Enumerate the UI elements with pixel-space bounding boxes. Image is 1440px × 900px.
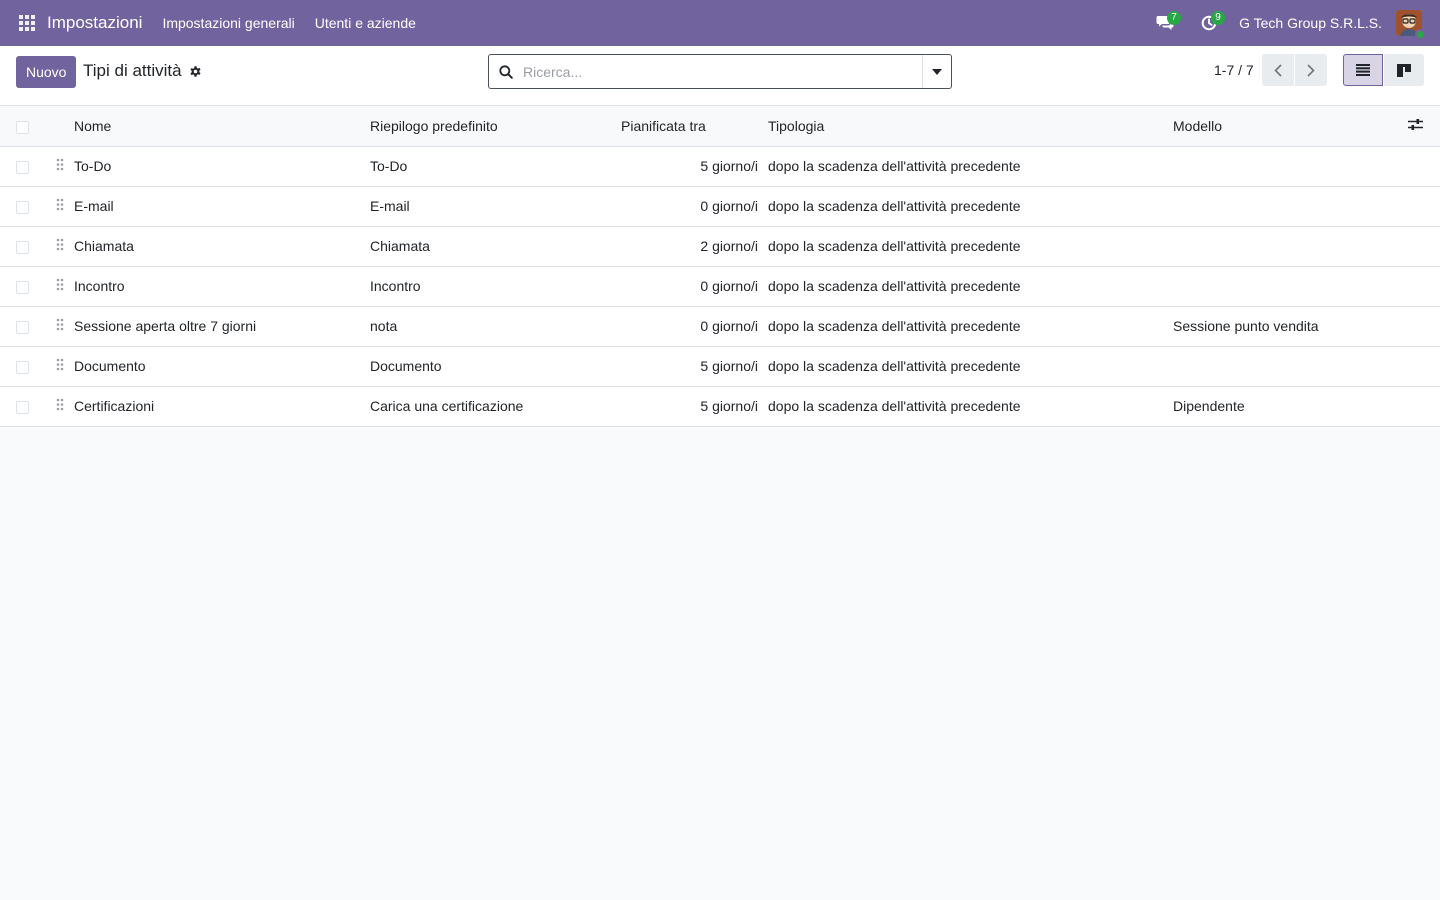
cell-planned: 5 giorno/i xyxy=(621,146,768,187)
page-title: Tipi di attività xyxy=(83,61,182,80)
pager-previous-button[interactable] xyxy=(1262,54,1294,86)
optional-columns-sliders-icon[interactable] xyxy=(1408,118,1423,134)
drag-handle-icon[interactable] xyxy=(45,198,74,211)
cell-type: dopo la scadenza dell'attività precedent… xyxy=(768,386,1173,427)
cell-name: Sessione aperta oltre 7 giorni xyxy=(74,306,370,347)
column-header-summary[interactable]: Riepilogo predefinito xyxy=(370,106,621,147)
cell-summary: Documento xyxy=(370,346,621,387)
cell-type: dopo la scadenza dell'attività precedent… xyxy=(768,186,1173,227)
cell-name: Incontro xyxy=(74,266,370,307)
chevron-left-icon xyxy=(1274,63,1282,77)
user-avatar[interactable] xyxy=(1396,10,1426,40)
list-view-button[interactable] xyxy=(1343,54,1383,86)
drag-handle-icon[interactable] xyxy=(45,358,74,371)
pager-next-button[interactable] xyxy=(1295,54,1327,86)
company-switcher[interactable]: G Tech Group S.R.L.S. xyxy=(1239,15,1382,31)
kanban-icon xyxy=(1397,63,1411,77)
cell-model xyxy=(1173,266,1408,307)
online-status-dot xyxy=(1415,29,1426,40)
cell-planned: 2 giorno/i xyxy=(621,226,768,267)
menu-users-companies[interactable]: Utenti e aziende xyxy=(315,15,416,31)
cell-summary: Incontro xyxy=(370,266,621,307)
list-icon xyxy=(1356,64,1370,76)
table-row[interactable]: Incontro Incontro 0 giorno/i dopo la scaden… xyxy=(0,266,1440,307)
table-row[interactable]: Chiamata Chiamata 2 giorno/i dopo la scaden… xyxy=(0,226,1440,267)
drag-handle-icon[interactable] xyxy=(45,398,74,411)
cell-model: Sessione punto vendita xyxy=(1173,306,1408,347)
select-all-checkbox[interactable] xyxy=(16,120,29,134)
pager-value[interactable]: 1-7 / 7 xyxy=(1214,62,1254,78)
search-options-toggle[interactable] xyxy=(922,55,951,88)
chevron-right-icon xyxy=(1307,63,1315,77)
cell-name: To-Do xyxy=(74,146,370,187)
cell-summary: To-Do xyxy=(370,146,621,187)
table-row[interactable]: Sessione aperta oltre 7 giorni nota 0 gior… xyxy=(0,306,1440,347)
cell-type: dopo la scadenza dell'attività precedent… xyxy=(768,146,1173,187)
cell-model xyxy=(1173,186,1408,227)
top-navbar: Impostazioni Impostazioni generali Utent… xyxy=(0,0,1440,46)
cell-summary: E-mail xyxy=(370,186,621,227)
activity-types-table: Nome Riepilogo predefinito Pianificata t… xyxy=(0,106,1440,427)
cell-planned: 0 giorno/i xyxy=(621,306,768,347)
cell-type: dopo la scadenza dell'attività precedent… xyxy=(768,306,1173,347)
gear-icon[interactable] xyxy=(189,65,202,78)
table-header-row: Nome Riepilogo predefinito Pianificata t… xyxy=(0,106,1440,147)
drag-handle-icon[interactable] xyxy=(45,158,74,171)
messages-button[interactable]: 7 xyxy=(1143,0,1187,46)
table-row[interactable]: E-mail E-mail 0 giorno/i dopo la scadenza d… xyxy=(0,186,1440,227)
cell-name: E-mail xyxy=(74,186,370,227)
cell-planned: 5 giorno/i xyxy=(621,386,768,427)
cell-summary: Chiamata xyxy=(370,226,621,267)
search-icon xyxy=(489,64,523,79)
column-header-model[interactable]: Modello xyxy=(1173,106,1408,147)
breadcrumb: Tipi di attività xyxy=(83,61,202,81)
drag-handle-icon[interactable] xyxy=(45,238,74,251)
cell-type: dopo la scadenza dell'attività precedent… xyxy=(768,266,1173,307)
row-checkbox[interactable] xyxy=(16,360,29,374)
row-checkbox[interactable] xyxy=(16,240,29,254)
cell-planned: 0 giorno/i xyxy=(621,186,768,227)
column-header-name[interactable]: Nome xyxy=(74,106,370,147)
menu-general-settings[interactable]: Impostazioni generali xyxy=(162,15,294,31)
table-row[interactable]: Documento Documento 5 giorno/i dopo la scad… xyxy=(0,346,1440,387)
row-checkbox[interactable] xyxy=(16,200,29,214)
caret-down-icon xyxy=(932,68,942,75)
cell-type: dopo la scadenza dell'attività precedent… xyxy=(768,346,1173,387)
cell-summary: nota xyxy=(370,306,621,347)
table-row[interactable]: To-Do To-Do 5 giorno/i dopo la scadenza del… xyxy=(0,146,1440,187)
cell-model: Dipendente xyxy=(1173,386,1408,427)
new-button[interactable]: Nuovo xyxy=(16,56,77,88)
cell-type: dopo la scadenza dell'attività precedent… xyxy=(768,226,1173,267)
cell-planned: 0 giorno/i xyxy=(621,266,768,307)
cell-name: Certificazioni xyxy=(74,386,370,427)
cell-name: Documento xyxy=(74,346,370,387)
drag-handle-icon[interactable] xyxy=(45,278,74,291)
row-checkbox[interactable] xyxy=(16,320,29,334)
row-checkbox[interactable] xyxy=(16,400,29,414)
cell-name: Chiamata xyxy=(74,226,370,267)
cell-model xyxy=(1173,226,1408,267)
apps-grid-icon xyxy=(19,15,35,31)
drag-handle-icon[interactable] xyxy=(45,318,74,331)
cell-model xyxy=(1173,346,1408,387)
cell-planned: 5 giorno/i xyxy=(621,346,768,387)
column-header-type[interactable]: Tipologia xyxy=(768,106,1173,147)
search-bar xyxy=(488,54,952,89)
app-name[interactable]: Impostazioni xyxy=(47,13,142,33)
control-panel: Nuovo Tipi di attività 1-7 / 7 xyxy=(0,46,1440,106)
row-checkbox[interactable] xyxy=(16,280,29,294)
kanban-view-button[interactable] xyxy=(1384,54,1424,86)
cell-summary: Carica una certificazione xyxy=(370,386,621,427)
search-input[interactable] xyxy=(523,55,922,88)
cell-model xyxy=(1173,146,1408,187)
activities-button[interactable]: 9 xyxy=(1187,0,1231,46)
table-row[interactable]: Certificazioni Carica una certificazione 5… xyxy=(0,386,1440,427)
apps-menu-button[interactable] xyxy=(8,0,46,46)
activities-count-badge: 9 xyxy=(1211,11,1226,25)
row-checkbox[interactable] xyxy=(16,160,29,174)
messages-count-badge: 7 xyxy=(1167,11,1182,25)
column-header-planned[interactable]: Pianificata tra xyxy=(621,106,768,147)
